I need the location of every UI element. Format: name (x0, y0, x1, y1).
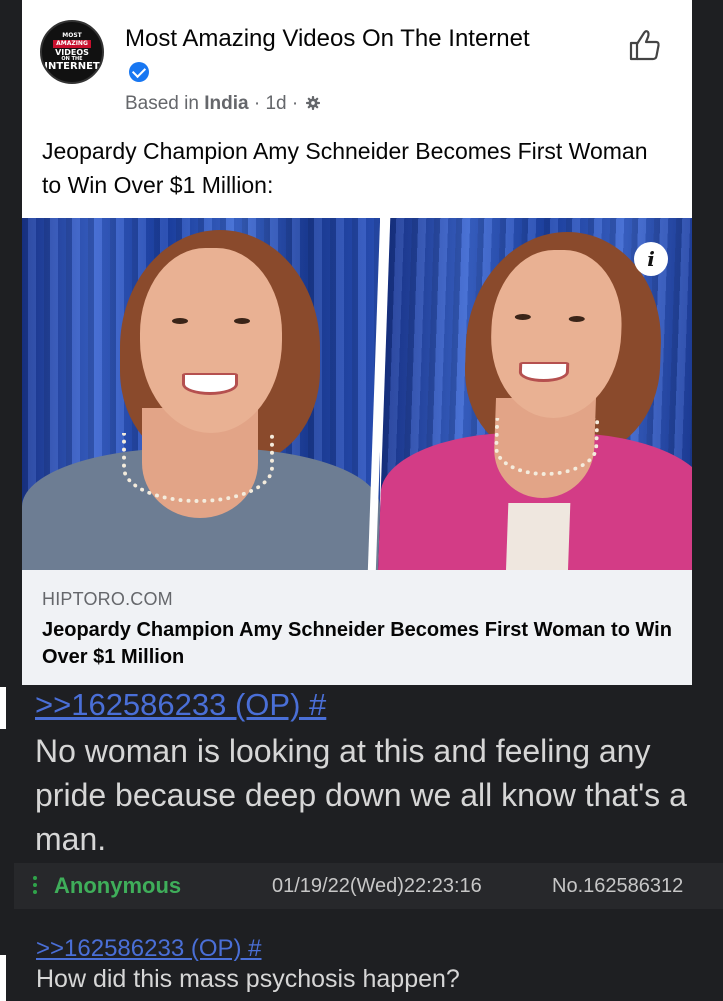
link-preview[interactable]: HIPTORO.COM Jeopardy Champion Amy Schnei… (22, 570, 692, 685)
face (140, 248, 282, 433)
white-top (505, 503, 571, 570)
logo-text: INTERNET (44, 60, 100, 72)
reply-post: >>162586233 (OP) # No woman is looking a… (0, 685, 723, 863)
reply-post: >>162586233 (OP) # How did this mass psy… (14, 909, 723, 1001)
facebook-post-card: MOST AMAZING VIDEOS ON THE INTERNET Most… (22, 0, 692, 685)
photo-left-panel (22, 218, 380, 570)
settings-gear-icon[interactable] (305, 96, 320, 110)
post-text: Jeopardy Champion Amy Schneider Becomes … (42, 138, 648, 198)
post-meta: Based in India · 1d · (125, 93, 320, 115)
post-header: MOST AMAZING VIDEOS ON THE INTERNET Most… (22, 0, 692, 130)
post-photo[interactable]: i (22, 218, 692, 570)
meta-prefix: Based in (125, 93, 199, 114)
post-menu-icon[interactable] (32, 873, 38, 899)
logo-text: MOST (62, 31, 82, 39)
edge-marker (0, 955, 6, 1001)
edge-marker (0, 687, 6, 729)
page-name[interactable]: Most Amazing Videos On The Internet (125, 22, 545, 90)
eye (234, 318, 250, 324)
post-body: How did this mass psychosis happen? (36, 965, 460, 993)
meta-location: India (204, 93, 249, 114)
post-number[interactable]: No.162586312 (552, 875, 683, 898)
post-body: No woman is looking at this and feeling … (35, 733, 687, 857)
verified-badge-icon (129, 62, 149, 82)
pearl-necklace (122, 433, 274, 503)
link-domain: HIPTORO.COM (42, 589, 173, 609)
eye (172, 318, 188, 324)
quote-link[interactable]: >>162586233 (OP) # (36, 935, 262, 963)
post-timestamp[interactable]: · 1d · (254, 93, 298, 114)
logo-text: AMAZING (53, 39, 91, 48)
post-date: 01/19/22(Wed)22:23:16 (272, 875, 482, 897)
poster-name: Anonymous (54, 873, 182, 898)
page-name-text[interactable]: Most Amazing Videos On The Internet (125, 25, 530, 52)
post-header-bar: Anonymous 01/19/22(Wed)22:23:16 No.16258… (14, 863, 723, 909)
smile (182, 373, 238, 395)
info-icon[interactable]: i (634, 242, 668, 276)
link-title[interactable]: Jeopardy Champion Amy Schneider Becomes … (42, 617, 672, 671)
like-thumb-icon[interactable] (627, 27, 663, 63)
quote-link[interactable]: >>162586233 (OP) # (35, 687, 326, 723)
page-avatar[interactable]: MOST AMAZING VIDEOS ON THE INTERNET (40, 20, 104, 84)
